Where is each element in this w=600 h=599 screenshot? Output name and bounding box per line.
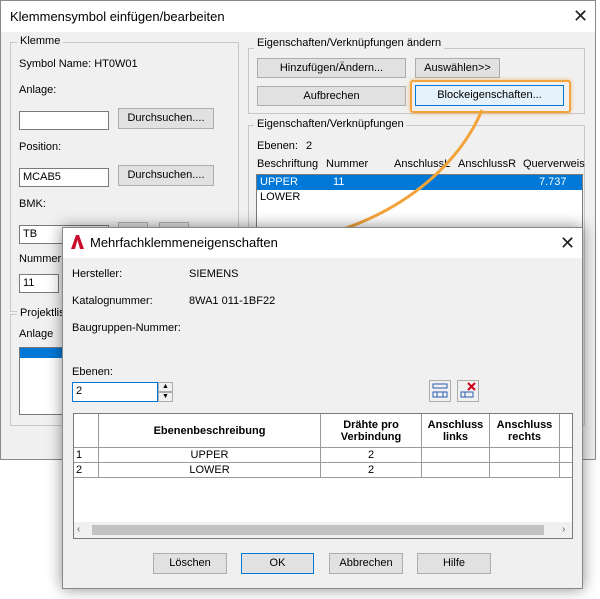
ebenen-label: Ebenen: bbox=[72, 366, 113, 378]
cell-anschluss-links[interactable] bbox=[422, 448, 490, 463]
hersteller-label: Hersteller: bbox=[72, 268, 123, 280]
scroll-left-icon[interactable]: ‹ bbox=[77, 524, 80, 535]
cell-wires[interactable]: 2 bbox=[321, 448, 422, 463]
ok-button[interactable]: OK bbox=[241, 553, 314, 574]
dialog-title: Klemmensymbol einfügen/bearbeiten bbox=[10, 9, 225, 24]
delete-button[interactable]: Löschen bbox=[153, 553, 227, 574]
anlage-input[interactable] bbox=[19, 111, 109, 130]
callout-arrow-line bbox=[287, 109, 484, 244]
autocad-logo-icon bbox=[71, 235, 84, 249]
cell-extra bbox=[560, 448, 572, 463]
cell-wires[interactable]: 2 bbox=[321, 463, 422, 478]
dialog-title: Mehrfachklemmeneigenschaften bbox=[90, 235, 278, 250]
scroll-right-icon[interactable]: › bbox=[562, 524, 565, 535]
insert-row-icon bbox=[432, 383, 448, 398]
horizontal-scrollbar[interactable]: ‹ › bbox=[74, 522, 572, 538]
cancel-button[interactable]: Abbrechen bbox=[329, 553, 403, 574]
position-label: Position: bbox=[19, 141, 62, 153]
col-header-anschluss-links[interactable]: Anschluss links bbox=[422, 414, 490, 448]
cell-anschluss-rechts[interactable] bbox=[490, 463, 560, 478]
spinner-down-icon[interactable]: ▼ bbox=[158, 392, 173, 402]
katalog-value: 8WA1 011-1BF22 bbox=[189, 295, 276, 307]
browse-anlage-button[interactable]: Durchsuchen.... bbox=[118, 108, 214, 129]
cell-anschluss-links[interactable] bbox=[422, 463, 490, 478]
nummer-label: Nummer bbox=[19, 253, 62, 265]
bmk-label: BMK: bbox=[19, 198, 46, 210]
nummer-input[interactable]: 11 bbox=[19, 274, 59, 293]
ebenen-spinner-input[interactable]: 2 bbox=[72, 382, 158, 402]
projekt-list[interactable] bbox=[19, 347, 63, 415]
row-number[interactable]: 2 bbox=[74, 463, 99, 478]
eig-aendern-group-label: Eigenschaften/Verknüpfungen ändern bbox=[254, 37, 445, 49]
insert-row-button[interactable] bbox=[429, 380, 451, 402]
spinner-up-icon[interactable]: ▲ bbox=[158, 382, 173, 392]
add-change-button[interactable]: Hinzufügen/Ändern... bbox=[257, 58, 406, 78]
row-number[interactable]: 1 bbox=[74, 448, 99, 463]
symbol-name-label: Symbol Name: HT0W01 bbox=[19, 58, 138, 70]
multi-terminal-properties-dialog: Mehrfachklemmeneigenschaften ✕ Herstelle… bbox=[62, 227, 583, 589]
cell-extra bbox=[560, 463, 572, 478]
baugruppe-label: Baugruppen-Nummer: bbox=[72, 322, 181, 334]
col-querverweis: Querverweis bbox=[523, 158, 585, 170]
cell-desc[interactable]: UPPER bbox=[99, 448, 321, 463]
delete-row-button[interactable] bbox=[457, 380, 479, 402]
projekt-anlage-label: Anlage bbox=[19, 328, 54, 340]
layers-table[interactable]: Ebenenbeschreibung Drähte pro Verbindung… bbox=[73, 413, 573, 539]
close-icon[interactable]: ✕ bbox=[560, 234, 575, 252]
katalog-label: Katalognummer: bbox=[72, 295, 153, 307]
projekt-list-selected-row[interactable] bbox=[20, 348, 62, 358]
close-icon[interactable]: ✕ bbox=[573, 7, 588, 25]
anlage-label: Anlage: bbox=[19, 84, 57, 96]
col-header-extra bbox=[560, 414, 572, 448]
list-item-querverweis: 7.737 bbox=[539, 176, 567, 188]
position-input[interactable]: MCAB5 bbox=[19, 168, 109, 187]
browse-position-button[interactable]: Durchsuchen.... bbox=[118, 165, 214, 186]
col-header-draehte[interactable]: Drähte pro Verbindung bbox=[321, 414, 422, 448]
delete-row-icon bbox=[460, 382, 476, 398]
row-header-corner bbox=[74, 414, 99, 448]
klemme-group-label: Klemme bbox=[17, 35, 64, 47]
projektliste-group-label: Projektlis bbox=[17, 307, 68, 319]
help-button[interactable]: Hilfe bbox=[417, 553, 491, 574]
cell-desc[interactable]: LOWER bbox=[99, 463, 321, 478]
select-button[interactable]: Auswählen>> bbox=[415, 58, 500, 78]
hersteller-value: SIEMENS bbox=[189, 268, 239, 280]
scrollbar-thumb[interactable] bbox=[92, 525, 544, 535]
col-header-anschluss-rechts[interactable]: Anschluss rechts bbox=[490, 414, 560, 448]
col-header-ebenenbeschreibung[interactable]: Ebenenbeschreibung bbox=[99, 414, 321, 448]
cell-anschluss-rechts[interactable] bbox=[490, 448, 560, 463]
